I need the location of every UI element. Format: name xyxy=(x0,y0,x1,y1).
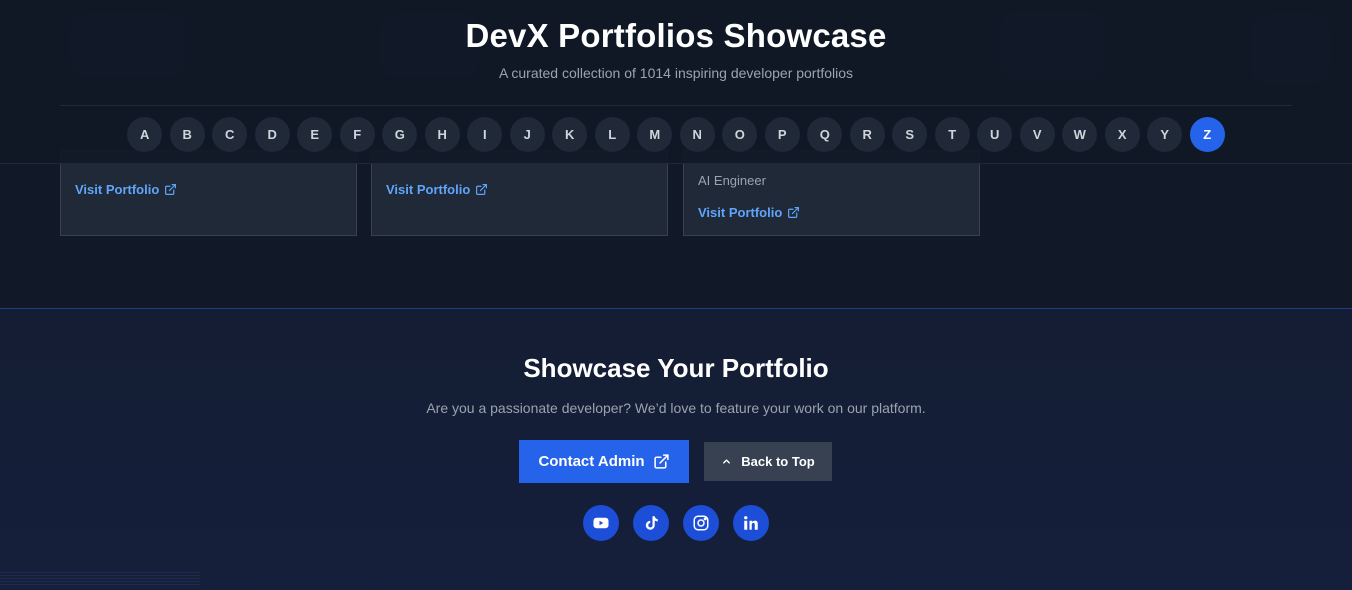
contact-admin-label: Contact Admin xyxy=(538,453,645,470)
tiktok-link[interactable] xyxy=(633,505,669,541)
decorative-lines xyxy=(0,572,200,586)
letter-filter-i[interactable]: I xyxy=(467,117,503,152)
letter-filter-a[interactable]: A xyxy=(127,117,163,152)
letter-filter-y[interactable]: Y xyxy=(1147,117,1183,152)
letter-filter-m[interactable]: M xyxy=(637,117,673,152)
letter-filter-r[interactable]: R xyxy=(849,117,885,152)
back-to-top-button[interactable]: Back to Top xyxy=(704,442,832,481)
letter-filter-z[interactable]: Z xyxy=(1189,117,1225,152)
alphabet-filter: ABCDEFGHIJKLMNOPQRSTUVWXYZ xyxy=(0,117,1352,152)
visit-portfolio-link[interactable]: Visit Portfolio xyxy=(75,182,177,197)
back-to-top-label: Back to Top xyxy=(741,454,815,469)
visit-portfolio-link[interactable]: Visit Portfolio xyxy=(386,182,488,197)
visit-portfolio-label: Visit Portfolio xyxy=(698,205,783,220)
linkedin-icon xyxy=(744,516,758,530)
header-divider xyxy=(60,105,1292,106)
sticky-header: DevX Portfolios Showcase A curated colle… xyxy=(0,0,1352,164)
page-subtitle: A curated collection of 1014 inspiring d… xyxy=(498,65,854,81)
letter-filter-e[interactable]: E xyxy=(297,117,333,152)
letter-filter-x[interactable]: X xyxy=(1104,117,1140,152)
letter-filter-h[interactable]: H xyxy=(424,117,460,152)
letter-filter-l[interactable]: L xyxy=(594,117,630,152)
contact-admin-button[interactable]: Contact Admin xyxy=(519,440,689,483)
letter-filter-j[interactable]: J xyxy=(509,117,545,152)
external-link-icon xyxy=(653,454,669,469)
letter-filter-o[interactable]: O xyxy=(722,117,758,152)
visit-portfolio-label: Visit Portfolio xyxy=(386,182,471,197)
letter-filter-s[interactable]: S xyxy=(892,117,928,152)
letter-filter-d[interactable]: D xyxy=(254,117,290,152)
footer-subtitle: Are you a passionate developer? We’d lov… xyxy=(426,400,926,416)
letter-filter-k[interactable]: K xyxy=(552,117,588,152)
instagram-link[interactable] xyxy=(683,505,719,541)
page-title: DevX Portfolios Showcase xyxy=(465,17,887,54)
footer-title: Showcase Your Portfolio xyxy=(523,353,829,383)
letter-filter-b[interactable]: B xyxy=(169,117,205,152)
instagram-icon xyxy=(693,515,709,531)
letter-filter-u[interactable]: U xyxy=(977,117,1013,152)
youtube-link[interactable] xyxy=(583,505,619,541)
letter-filter-p[interactable]: P xyxy=(764,117,800,152)
external-link-icon xyxy=(476,184,488,195)
letter-filter-v[interactable]: V xyxy=(1019,117,1055,152)
letter-filter-c[interactable]: C xyxy=(212,117,248,152)
visit-portfolio-link[interactable]: Visit Portfolio xyxy=(698,205,800,220)
external-link-icon xyxy=(165,184,177,195)
visit-portfolio-label: Visit Portfolio xyxy=(75,182,160,197)
letter-filter-f[interactable]: F xyxy=(339,117,375,152)
chevron-up-icon xyxy=(723,459,731,464)
letter-filter-t[interactable]: T xyxy=(934,117,970,152)
linkedin-link[interactable] xyxy=(733,505,769,541)
page: Visit Portfolio Visit Portfolio AI Engin… xyxy=(0,0,1352,590)
portfolio-role: AI Engineer xyxy=(698,173,766,188)
tiktok-icon xyxy=(645,516,658,530)
letter-filter-q[interactable]: Q xyxy=(807,117,843,152)
letter-filter-n[interactable]: N xyxy=(679,117,715,152)
letter-filter-g[interactable]: G xyxy=(382,117,418,152)
letter-filter-w[interactable]: W xyxy=(1062,117,1098,152)
external-link-icon xyxy=(788,207,800,218)
youtube-icon xyxy=(593,517,609,529)
social-links xyxy=(0,505,1352,541)
footer-cta: Showcase Your Portfolio Are you a passio… xyxy=(0,308,1352,590)
